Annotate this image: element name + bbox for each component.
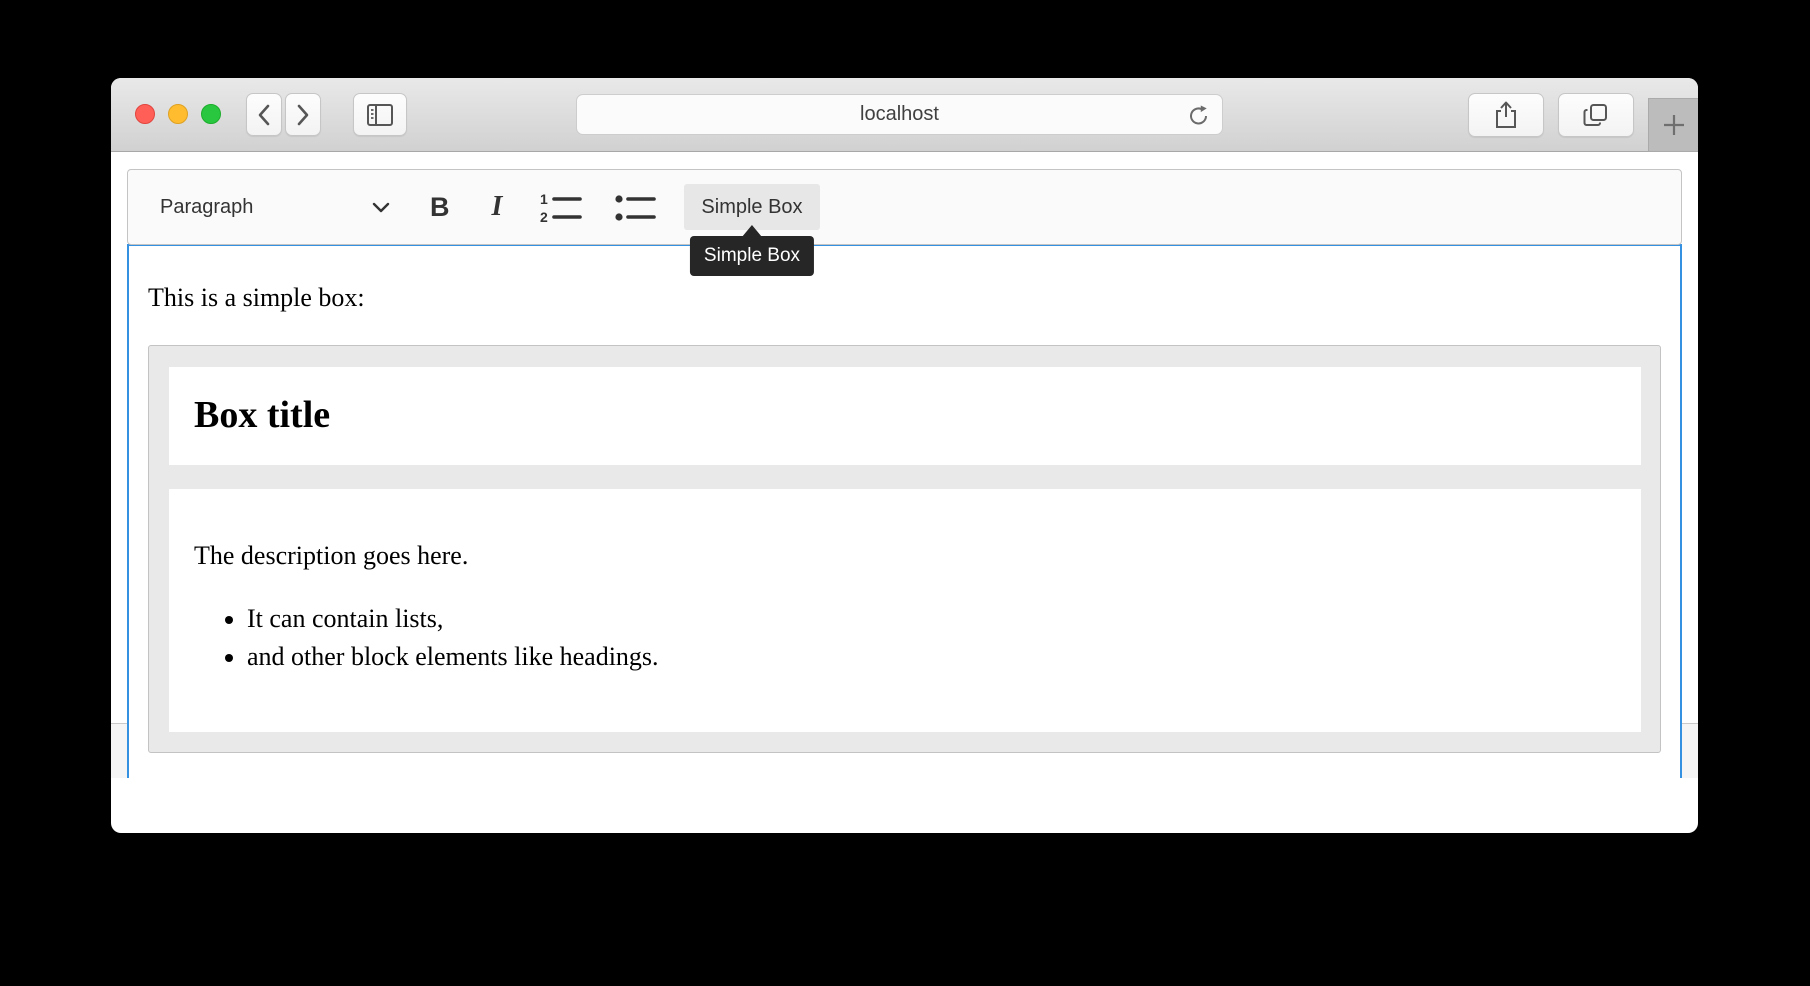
traffic-lights — [135, 104, 221, 124]
chevron-right-icon — [295, 103, 311, 127]
tabs-icon — [1582, 102, 1610, 128]
list-item[interactable]: and other block elements like headings. — [247, 638, 1616, 676]
intro-paragraph[interactable]: This is a simple box: — [148, 279, 1661, 317]
share-icon — [1493, 100, 1519, 130]
simple-box-title-section[interactable]: Box title — [169, 367, 1641, 465]
numbered-list-icon: 1 2 — [540, 190, 584, 224]
browser-window: localhost — [111, 78, 1698, 833]
sidebar-icon — [366, 103, 394, 127]
numbered-list-button[interactable]: 1 2 — [540, 190, 584, 224]
plus-icon — [1661, 112, 1687, 138]
address-bar-text: localhost — [860, 103, 939, 126]
back-button[interactable] — [246, 93, 282, 136]
heading-dropdown[interactable]: Paragraph — [150, 196, 390, 219]
web-page: Paragraph B I 1 2 — [111, 153, 1698, 778]
chevron-down-icon — [372, 202, 390, 213]
reload-button[interactable] — [1186, 103, 1211, 128]
svg-text:1: 1 — [540, 191, 548, 207]
show-tabs-button[interactable] — [1558, 93, 1634, 137]
simple-box-tooltip: Simple Box — [690, 236, 814, 276]
simple-box-button[interactable]: Simple Box — [684, 184, 819, 230]
bulleted-list-button[interactable] — [614, 190, 658, 224]
zoom-window-button[interactable] — [201, 104, 221, 124]
simple-box-list: It can contain lists, and other block el… — [194, 600, 1616, 675]
simple-box-title[interactable]: Box title — [169, 388, 330, 443]
editor-toolbar: Paragraph B I 1 2 — [127, 169, 1682, 245]
minimize-window-button[interactable] — [168, 104, 188, 124]
address-bar[interactable]: localhost — [576, 94, 1223, 135]
forward-button[interactable] — [285, 93, 321, 136]
svg-text:2: 2 — [540, 209, 548, 224]
heading-dropdown-label: Paragraph — [160, 196, 253, 219]
share-button[interactable] — [1468, 93, 1544, 137]
reload-icon — [1187, 104, 1211, 128]
close-window-button[interactable] — [135, 104, 155, 124]
simple-box-wrap: Simple Box Simple Box — [684, 196, 819, 219]
sidebar-toggle-button[interactable] — [353, 93, 407, 136]
browser-chrome: localhost — [111, 78, 1698, 152]
bulleted-list-icon — [614, 190, 658, 224]
new-tab-button[interactable] — [1648, 98, 1698, 152]
simple-box-description[interactable]: The description goes here. — [194, 537, 1616, 575]
editor-content[interactable]: This is a simple box: Box title The desc… — [127, 244, 1682, 778]
chevron-left-icon — [256, 103, 272, 127]
list-item[interactable]: It can contain lists, — [247, 600, 1616, 638]
simple-box-description-section[interactable]: The description goes here. It can contai… — [169, 489, 1641, 732]
italic-button[interactable]: I — [492, 191, 503, 223]
simple-box-widget[interactable]: Box title The description goes here. It … — [148, 345, 1661, 753]
bold-button[interactable]: B — [430, 192, 450, 223]
